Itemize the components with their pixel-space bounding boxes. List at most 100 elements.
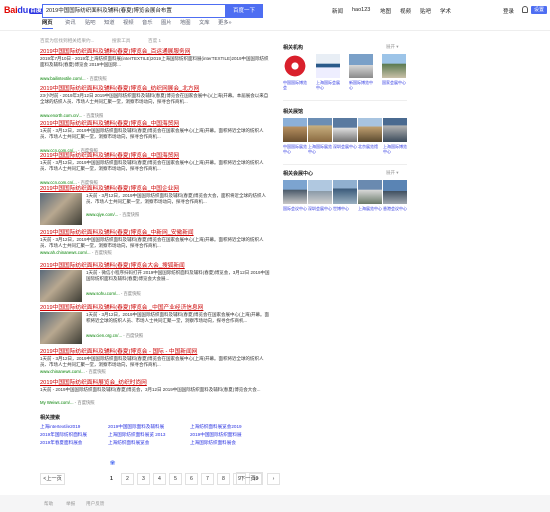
sidebar-tile[interactable]: 上海国际博览中心 [383,118,407,154]
sidebar-tile[interactable]: 新国际博览中心 [349,54,373,90]
related-link[interactable]: 上海intertextile2019 [40,424,80,430]
result-title[interactable]: 2019中国国际纺织面料及辅料(春夏)博览会 _中国产业经济信息网 [40,302,203,311]
tab-tieba[interactable]: 贴吧 [85,18,96,26]
sidebar-tile[interactable]: 国际会议中心 [283,180,307,216]
result-url[interactable]: www.bailintextile.com/... - 百度快照 [40,76,107,82]
sidebar-tile[interactable]: 中国国际博览会 [283,54,307,90]
bell-icon[interactable] [522,6,528,13]
sidebar-title-centers: 相关会展中心 [283,171,314,177]
sidebar-tile[interactable]: 世博中心 [333,180,357,216]
sidebar-tile[interactable]: 深圳会展中心 [308,180,332,216]
result-item: 2019中国国际纺织面料及辅料(春夏)博览会_中国企业网 1天前 - 3月12日… [40,183,275,225]
result-url[interactable]: www.cien.org.cn/... - 百度快照 [86,333,143,339]
related-link[interactable]: 上海纺织面料展览会2019 [190,424,242,430]
tab-news[interactable]: 资讯 [65,18,76,26]
sidebar-tile[interactable]: 北京展览馆 [358,118,382,154]
sidebar-tile[interactable]: 上海国际展览中心 [308,118,332,154]
tab-zhidao[interactable]: 知道 [104,18,115,26]
search-tools-button[interactable]: 搜索工具 [112,38,130,44]
header-link-map[interactable]: 地图 [380,7,391,15]
result-desc: 1天前 - 微信小程序扫码打开 2019中国国际纺织面料及辅料(春夏)博览会，3… [86,270,270,282]
result-url[interactable]: My Weiws.com/... - 百度快照 [40,400,95,406]
expand-button[interactable]: 展开 ▾ [386,170,399,176]
tab-web[interactable]: 网页 [42,18,53,29]
footer-report[interactable]: 举报 [66,501,75,507]
result-thumbnail[interactable] [40,270,82,302]
tab-music[interactable]: 音乐 [142,18,153,26]
related-link[interactable]: 2019中国国际纺织面料展 [190,432,242,438]
tab-images[interactable]: 图片 [161,18,172,26]
search-input[interactable]: 2019中国国际纺织面料及辅料(春夏)博览会展台布置 [42,4,225,18]
next-page-label[interactable]: 下一页> [236,472,263,485]
result-desc: 1天前 - 3月12日，2019中国国际纺织面料及辅料(春夏)博览会在国家会展中… [40,128,264,140]
search-button[interactable]: 百度一下 [225,4,263,18]
result-title[interactable]: 2019中国国际纺织面料展览会_纺织时尚网 [40,377,147,386]
paw-icon: du [17,5,29,15]
result-title[interactable]: 2019中国国际纺织面料及辅料(春夏)博览会_百运通展服务网 [40,46,190,55]
result-title[interactable]: 2019中国国际纺织面料及辅料(春夏)博览会_中国海贸网 [40,150,179,159]
result-desc: 23小时前 - 2019年3月12日 2019中国国际纺织面料及辅料(春夏)博览… [40,93,269,105]
page-2[interactable]: 2 [121,473,134,485]
related-link[interactable]: 2019年国际纺织面料展 [40,432,87,438]
page-3[interactable]: 3 [137,473,150,485]
page-8[interactable]: 8 [217,473,230,485]
header-link-news[interactable]: 新闻 [332,7,343,15]
header-link-tieba[interactable]: 贴吧 [420,7,431,15]
sidebar-divider [283,164,407,165]
header-link-video[interactable]: 视频 [400,7,411,15]
result-thumbnail[interactable] [40,193,82,225]
result-url[interactable]: www.sohu.com/... - 百度快照 [86,291,141,297]
related-link[interactable]: 2019中国国际面料及辅料展 [108,424,164,430]
result-url[interactable]: www.chinanews.com/... - 百度快照 [40,369,106,375]
page-1[interactable]: 1 [105,473,118,485]
related-link[interactable]: 上海纺织面料展览会 [108,440,149,446]
entity-image [283,54,307,78]
footer-feedback[interactable]: 用户反馈 [86,501,104,507]
result-title[interactable]: 2019中国国际纺织面料及辅料(春夏)博览会_中国企业网 [40,183,179,192]
baidu-logo[interactable]: Baidu 百度 [4,5,43,15]
page-4[interactable]: 4 [153,473,166,485]
login-link[interactable]: 登录 [503,7,514,15]
sidebar-tile[interactable]: 香港会议中心 [383,180,407,216]
header-link-hao123[interactable]: hao123 [352,7,370,13]
result-item: 2019中国国际纺织面料及辅料(春夏)博览会大会_搜狐新闻 1天前 - 微信小程… [40,260,275,304]
sidebar-tile[interactable]: 国家会展中心 [382,54,406,90]
related-link[interactable]: 上海国际纺织面料展会 [190,440,236,446]
entity-image [349,54,373,78]
tab-more[interactable]: 更多» [218,18,232,26]
prev-page-button[interactable]: <上一页 [40,473,65,485]
result-title[interactable]: 2019中国国际纺织面料及辅料(春夏)博览会 - 国际 - 中国新闻网 [40,346,197,355]
result-thumbnail[interactable] [40,312,82,344]
related-link[interactable]: 2019年春夏面料展会 [40,440,82,446]
site-filter[interactable]: 百度 1 [148,38,161,44]
result-title[interactable]: 2019中国国际纺织面料及辅料(春夏)博览会_中国海贸网 [40,118,179,127]
header-link-xueshu[interactable]: 学术 [440,7,451,15]
related-link[interactable]: 上海国际纺织面料展览 2013 [108,432,165,438]
result-url[interactable]: www.ah.chinanews.com/... - 百度快照 [40,250,112,256]
settings-button[interactable]: 设置 [531,6,547,14]
next-page-button[interactable]: › [267,473,280,485]
sidebar-tile[interactable]: 深圳会展中心 [333,118,357,154]
header: Baidu 百度 2019中国国际纺织面料及辅料(春夏)博览会展台布置 百度一下 … [0,0,550,20]
tab-map[interactable]: 地图 [180,18,191,26]
result-title[interactable]: 2019中国国际纺织面料及辅料(春夏)博览会_纺织网展会_北方网 [40,83,199,92]
result-title[interactable]: 2019中国国际纺织面料及辅料(春夏)博览会_中新网_安徽新闻 [40,227,194,236]
sidebar-tile[interactable]: 中国国际展览中心 [283,118,307,154]
page-5[interactable]: 5 [169,473,182,485]
result-url[interactable]: www.qiye.com/... - 百度快照 [86,212,139,218]
entity-image [333,180,357,204]
result-title[interactable]: 2019中国国际纺织面料及辅料(春夏)博览会大会_搜狐新闻 [40,260,185,269]
entity-image [358,118,382,142]
sidebar-tile[interactable]: 上海展览中心 [358,180,382,216]
tab-wenku[interactable]: 文库 [199,18,210,26]
entity-image [383,180,407,204]
sidebar-title-venues: 相关展馆 [283,109,304,115]
page-7[interactable]: 7 [201,473,214,485]
sidebar-tile[interactable]: 上海国际会展中心 [316,54,340,90]
footer: 帮助 举报 用户反馈 [0,495,550,512]
expand-button[interactable]: 展开 ▾ [386,44,399,50]
tab-video[interactable]: 视频 [123,18,134,26]
footer-help[interactable]: 帮助 [44,501,53,507]
page-6[interactable]: 6 [185,473,198,485]
result-desc: 1天前 - 2019中国国际纺织面料及辅料(春夏)博览会，3月12日 2019中… [40,387,261,392]
